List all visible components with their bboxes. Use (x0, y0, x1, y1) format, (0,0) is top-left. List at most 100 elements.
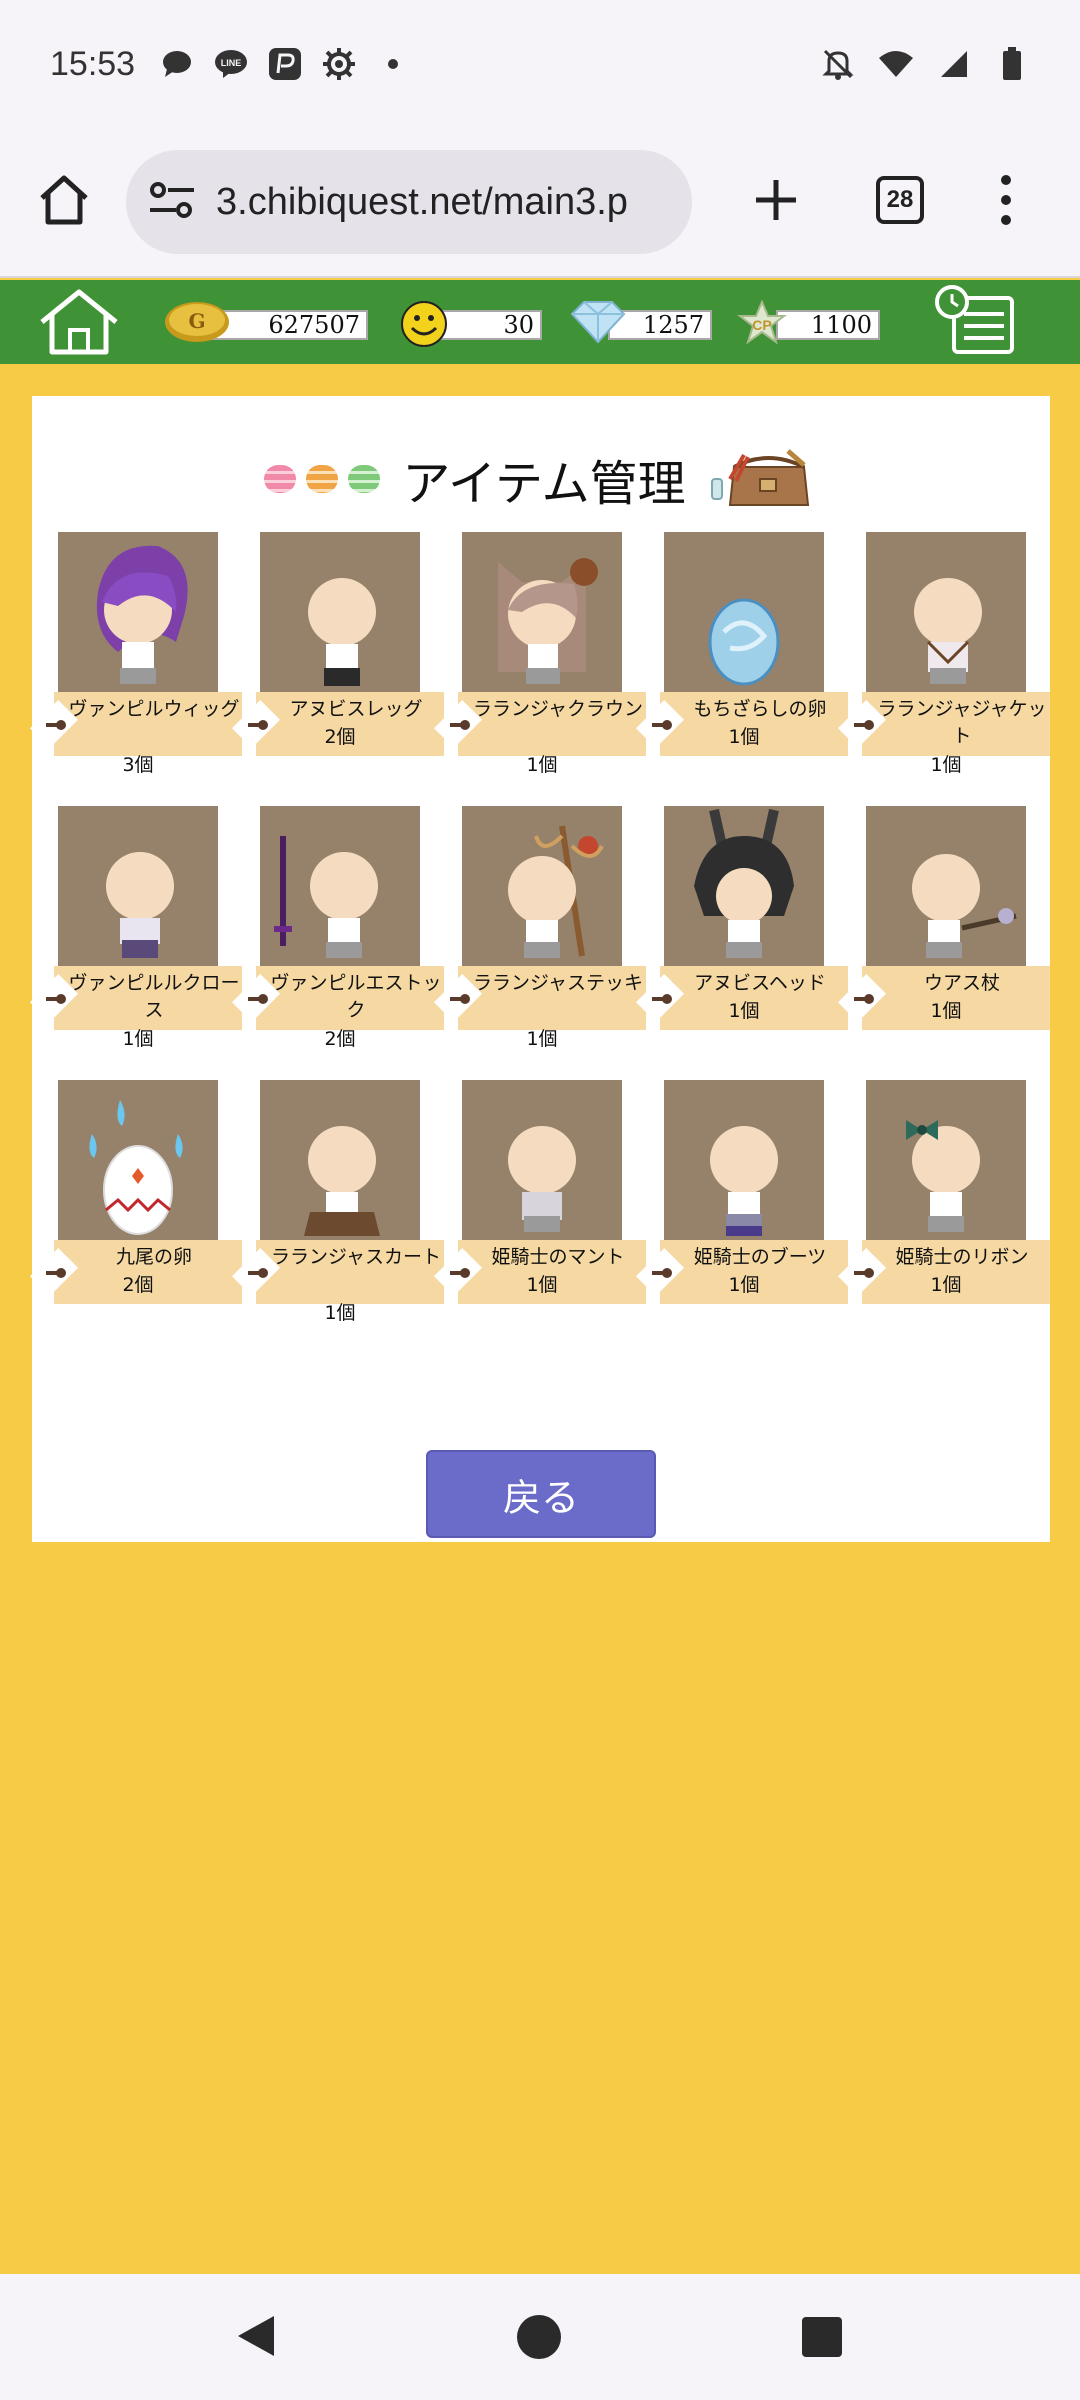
item-thumbnail (664, 532, 824, 692)
item-tag: ラランジャジャケット (837, 692, 1050, 756)
item-count: 1個 (122, 1028, 154, 1050)
cp-stat: 1100 CP (736, 299, 880, 345)
signal-icon (936, 46, 972, 82)
item-thumbnail (260, 532, 420, 692)
item-name: 姫騎士のリボン (895, 1246, 1029, 1268)
item-count: 1個 (930, 1000, 962, 1022)
item-count: 1個 (728, 726, 760, 748)
item-name: ヴァンピルウィッグ (68, 698, 240, 720)
item-management-panel: アイテム管理 ヴァンピルウィッグ 3個 アヌビスレッグ 2個 ラランジャクラウン… (29, 396, 1050, 1542)
item-name: ウアス杖 (923, 972, 1000, 994)
item-card[interactable]: ウアス杖 1個 (837, 806, 1050, 1066)
back-button[interactable]: 戻る (426, 1450, 656, 1538)
item-count: 1個 (324, 1302, 356, 1324)
item-name: ヴァンピルエストック (270, 972, 442, 1021)
item-thumbnail (866, 1080, 1026, 1240)
nav-recents-icon[interactable] (802, 2317, 842, 2357)
gold-coin-icon: G (164, 300, 229, 344)
item-card[interactable]: 姫騎士のマント 1個 (433, 1080, 646, 1340)
status-bar: 15:53 LINE (0, 0, 1080, 128)
item-name: ラランジャジャケット (877, 698, 1047, 747)
item-count: 1個 (526, 754, 558, 776)
new-tab-icon[interactable] (748, 172, 804, 228)
item-count: 2個 (122, 1274, 154, 1296)
item-thumbnail (58, 806, 218, 966)
nav-home-icon[interactable] (517, 2315, 561, 2359)
chat-bubble-icon (159, 46, 195, 82)
diamond-stat: 1257 (568, 300, 712, 344)
smile-stat: 30 (398, 300, 542, 347)
item-card[interactable]: ラランジャクラウン 1個 (433, 532, 646, 792)
status-time: 15:53 (50, 44, 136, 83)
game-status-bar: 627507 G 30 1257 1100 CP (0, 280, 1080, 364)
item-thumbnail (462, 806, 622, 966)
browser-toolbar: 3.chibiquest.net/main3.p 28 (0, 128, 1080, 278)
item-count: 2個 (324, 1028, 356, 1050)
panel-header: アイテム管理 (32, 444, 1050, 514)
more-menu-icon[interactable] (994, 170, 1018, 230)
item-name: ラランジャステッキ (472, 972, 644, 994)
smiley-icon (398, 300, 460, 347)
item-count: 1個 (930, 1274, 962, 1296)
item-name: ラランジャスカート (270, 1246, 442, 1268)
item-count: 1個 (728, 1274, 760, 1296)
battery-icon (994, 46, 1030, 82)
item-card[interactable]: ヴァンピルウィッグ 3個 (29, 532, 242, 792)
item-count: 1個 (526, 1028, 558, 1050)
item-card[interactable]: アヌビスヘッド 1個 (635, 806, 848, 1066)
item-thumbnail (260, 1080, 420, 1240)
item-tag: ヴァンピルルクロース (29, 966, 242, 1030)
item-name: アヌビスヘッド (694, 972, 826, 994)
item-card[interactable]: もちざらしの卵 1個 (635, 532, 848, 792)
item-tag: ヴァンピルウィッグ (29, 692, 242, 756)
item-count: 3個 (122, 754, 154, 776)
item-card[interactable]: ラランジャステッキ 1個 (433, 806, 646, 1066)
cp-label: CP (752, 317, 771, 333)
item-card[interactable]: ヴァンピルエストック 2個 (231, 806, 444, 1066)
cp-star-icon: CP (736, 299, 798, 345)
dot-icon (375, 46, 411, 82)
svg-text:G: G (188, 309, 205, 333)
item-card[interactable]: ラランジャスカート 1個 (231, 1080, 444, 1340)
item-tag: ラランジャステッキ (433, 966, 646, 1030)
bell-off-icon (820, 46, 856, 82)
system-nav-bar (0, 2274, 1080, 2400)
item-card[interactable]: 姫騎士のリボン 1個 (837, 1080, 1050, 1340)
bag-icon (708, 445, 818, 513)
item-name: ヴァンピルルクロース (68, 972, 240, 1021)
gold-stat: 627507 G (164, 300, 370, 342)
item-card[interactable]: ラランジャジャケット 1個 (837, 532, 1050, 792)
item-thumbnail (260, 806, 420, 966)
item-name: もちざらしの卵 (693, 698, 827, 720)
item-thumbnail (462, 1080, 622, 1240)
item-tag: ラランジャスカート (231, 1240, 444, 1304)
tab-switcher-button[interactable]: 28 (876, 176, 924, 224)
site-settings-icon[interactable] (148, 180, 196, 224)
item-tag: ラランジャクラウン (433, 692, 646, 756)
item-card[interactable]: 九尾の卵 2個 (29, 1080, 242, 1340)
item-card[interactable]: アヌビスレッグ 2個 (231, 532, 444, 792)
history-list-icon[interactable] (932, 284, 1020, 356)
url-bar[interactable]: 3.chibiquest.net/main3.p (126, 150, 692, 254)
item-thumbnail (664, 806, 824, 966)
game-home-icon[interactable] (34, 286, 124, 358)
item-count: 1個 (728, 1000, 760, 1022)
macaron-decoration (264, 465, 381, 493)
item-tag: ヴァンピルエストック (231, 966, 444, 1030)
item-name: アヌビスレッグ (289, 698, 423, 720)
item-count: 2個 (324, 726, 356, 748)
item-thumbnail (866, 806, 1026, 966)
url-text: 3.chibiquest.net/main3.p (216, 180, 628, 223)
item-thumbnail (664, 1080, 824, 1240)
nav-back-icon[interactable] (234, 2314, 276, 2358)
diamond-icon (568, 300, 630, 344)
svg-text:LINE: LINE (221, 58, 242, 68)
item-card[interactable]: 姫騎士のブーツ 1個 (635, 1080, 848, 1340)
paypay-icon (267, 46, 303, 82)
item-card[interactable]: ヴァンピルルクロース 1個 (29, 806, 242, 1066)
line-app-icon: LINE (213, 46, 249, 82)
item-name: 姫騎士のマント (491, 1246, 625, 1268)
item-thumbnail (462, 532, 622, 692)
wifi-icon (878, 46, 914, 82)
browser-home-icon[interactable] (36, 172, 92, 228)
